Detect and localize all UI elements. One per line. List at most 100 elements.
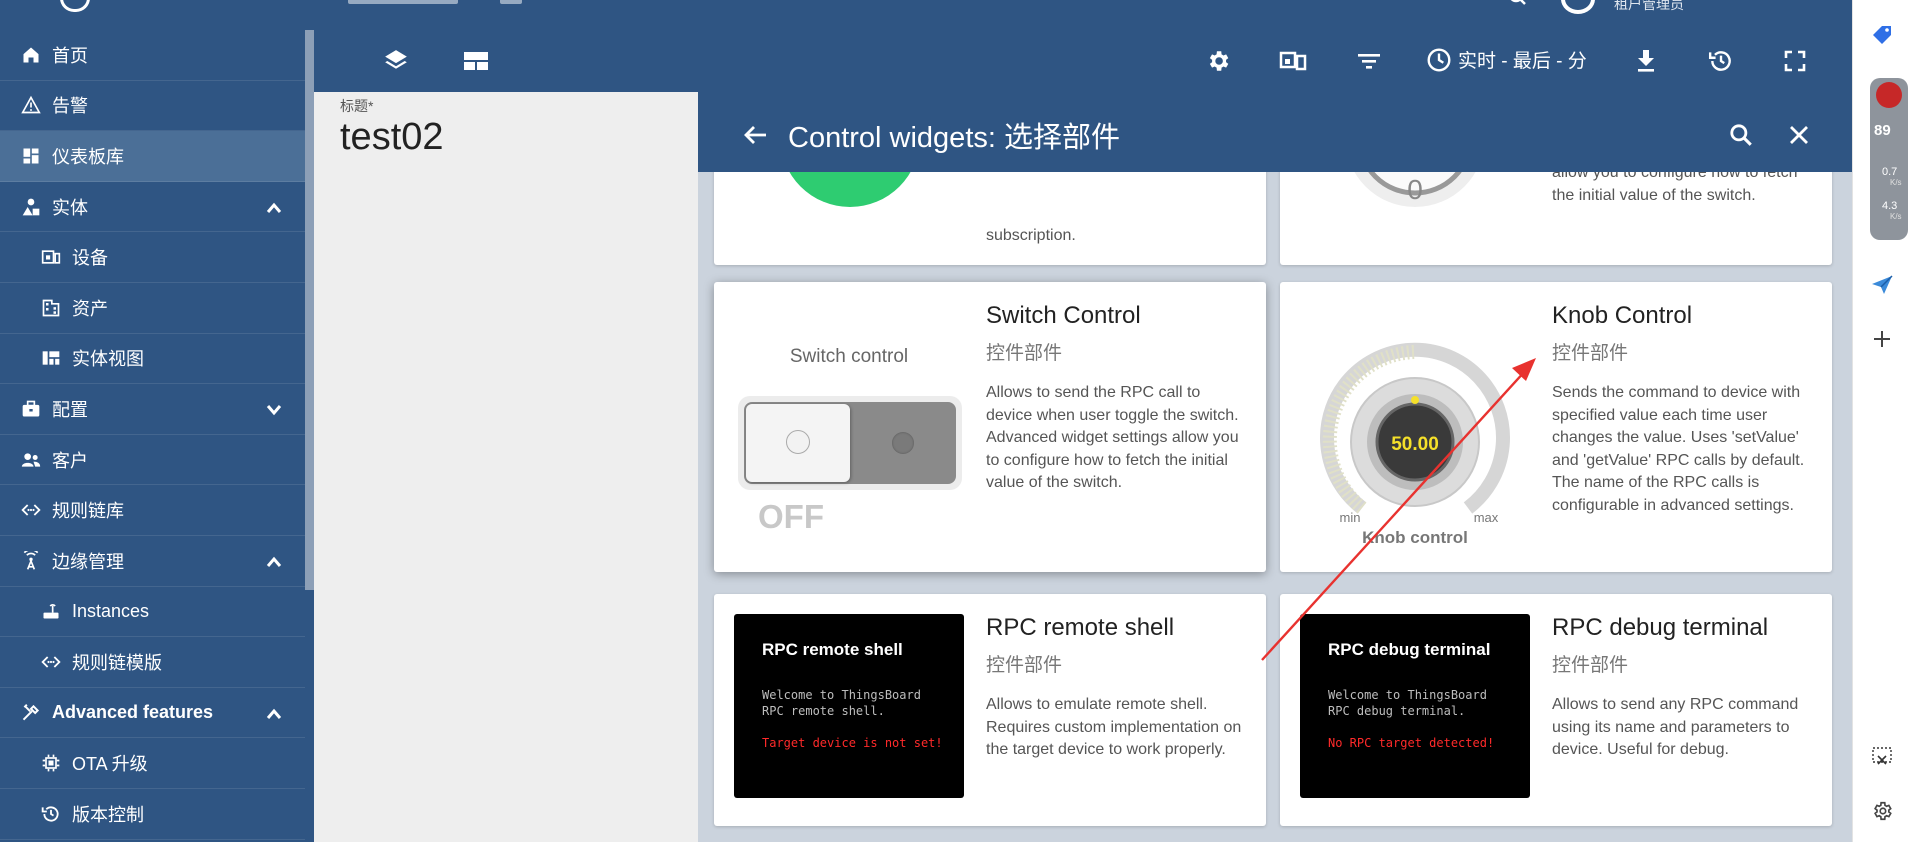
- sidebar-item-label: 实体视图: [72, 349, 144, 370]
- sidebar-item[interactable]: 告警: [0, 81, 305, 132]
- sidebar-item[interactable]: 规则链模版: [0, 637, 305, 688]
- widget-name: RPC debug terminal: [1552, 614, 1769, 641]
- widget-type: 控件部件: [986, 655, 1063, 676]
- terminal-error: Target device is not set!: [762, 736, 943, 750]
- browser-settings-button[interactable]: [1865, 794, 1899, 828]
- switch-control-preview: Switch control OFF: [734, 302, 964, 552]
- view-quilt-icon: [40, 347, 62, 369]
- construction-icon: [20, 702, 42, 724]
- sidebar-item[interactable]: 首页: [0, 30, 305, 81]
- sidebar-item-label: 配置: [52, 399, 88, 420]
- round-switch-value: 0: [1407, 174, 1423, 205]
- chevron-down-icon[interactable]: [263, 399, 285, 421]
- switch-knob-dot-off: [892, 432, 914, 454]
- knob-max-label: max: [1474, 510, 1499, 525]
- sidebar-item[interactable]: 资产: [0, 283, 305, 334]
- sidebar-scrollbar[interactable]: [305, 30, 314, 590]
- rpc-remote-shell-preview: RPC remote shell Welcome to ThingsBoard …: [734, 614, 964, 798]
- net-down-value: 4.3: [1882, 200, 1898, 212]
- knob-min-label: min: [1340, 510, 1361, 525]
- layers-button[interactable]: [379, 44, 413, 78]
- net-up-unit: K/s: [1890, 178, 1902, 187]
- sidebar-item-label: 规则链模版: [72, 652, 162, 673]
- fullscreen-button[interactable]: [1778, 44, 1812, 78]
- title-field[interactable]: test02: [340, 116, 444, 159]
- dialog-search-button[interactable]: [1724, 118, 1758, 152]
- history-icon: [40, 803, 62, 825]
- chevron-up-icon[interactable]: [263, 551, 285, 573]
- app-root: 首页告警仪表板库实体 设备 资产实体视图配置客户 规则链库边缘管理 Instances 规…: [0, 0, 1911, 842]
- sidebar-item[interactable]: 配置: [0, 384, 305, 435]
- add-panel-button[interactable]: [1865, 322, 1899, 356]
- net-up-value: 0.7: [1882, 166, 1898, 178]
- sidebar-item-label: 仪表板库: [52, 146, 124, 167]
- terminal-error: No RPC target detected!: [1328, 736, 1495, 750]
- widget-select-dialog: Control widgets: 选择部件 subscription. 0 al…: [698, 92, 1852, 842]
- dashboard-canvas: 标题* test02: [314, 92, 698, 842]
- widget-card-knob-control[interactable]: 50.00 min max Knob control Knob Control …: [1280, 282, 1832, 572]
- system-monitor-widget[interactable]: 89 0.7 K/s 4.3 K/s: [1870, 78, 1908, 240]
- download-button[interactable]: [1629, 44, 1663, 78]
- breadcrumb[interactable]: [348, 0, 458, 4]
- sidebar-item-label: Instances: [72, 600, 150, 621]
- terminal-line: RPC remote shell.: [762, 704, 885, 718]
- chevron-up-icon[interactable]: [263, 703, 285, 725]
- layout-button[interactable]: [459, 44, 493, 78]
- tag-icon: [1873, 26, 1891, 44]
- devices-button[interactable]: [1276, 44, 1310, 78]
- title-field-label: 标题*: [340, 98, 374, 114]
- sidebar-nav: 首页告警仪表板库实体 设备 资产实体视图配置客户 规则链库边缘管理 Instances 规…: [0, 30, 305, 840]
- widget-description: Allows to emulate remote shell. Requires…: [986, 696, 1242, 758]
- knob-control-preview: 50.00 min max Knob control: [1300, 302, 1530, 552]
- layers-icon: [385, 50, 407, 69]
- sidebar-item-label: 首页: [52, 45, 88, 66]
- sidebar-item[interactable]: Advanced features: [0, 688, 305, 739]
- terminal-line: RPC debug terminal.: [1328, 704, 1466, 718]
- shapes-icon: [20, 196, 42, 218]
- sidebar-item[interactable]: 边缘管理: [0, 536, 305, 587]
- knob-value: 50.00: [1391, 434, 1439, 455]
- fullscreen-icon: [1784, 50, 1806, 72]
- widget-description: Allows to send the RPC call to device wh…: [986, 384, 1239, 491]
- filter-button[interactable]: [1352, 44, 1386, 78]
- sidebar-item[interactable]: 设备: [0, 232, 305, 283]
- sidebar-item[interactable]: 版本控制: [0, 789, 305, 840]
- widget-name: RPC remote shell: [986, 614, 1175, 641]
- switch-state-label: OFF: [758, 498, 824, 535]
- cpu-value: 89: [1874, 122, 1891, 139]
- widget-card-rpc-debug-terminal[interactable]: RPC debug terminal Welcome to ThingsBoar…: [1280, 594, 1832, 826]
- tag-extension-button[interactable]: [1865, 18, 1899, 52]
- net-down-unit: K/s: [1890, 212, 1902, 221]
- screenshot-button[interactable]: [1865, 740, 1899, 774]
- dialog-close-button[interactable]: [1782, 118, 1816, 152]
- sidebar-item[interactable]: 实体视图: [0, 334, 305, 385]
- sidebar-item[interactable]: Instances: [0, 587, 305, 638]
- back-button[interactable]: [740, 120, 770, 150]
- clock-icon: [1427, 48, 1451, 71]
- sidebar-item[interactable]: 规则链库: [0, 485, 305, 536]
- router-small-icon: [40, 600, 62, 622]
- breadcrumb-separator: [500, 0, 522, 4]
- timewindow-label: 实时 - 最后 - 分: [1458, 51, 1587, 72]
- sidebar-item[interactable]: OTA 升级: [0, 738, 305, 789]
- sidebar-item-label: Advanced features: [52, 702, 214, 723]
- timewindow-button[interactable]: 实时 - 最后 - 分: [1426, 46, 1587, 73]
- widget-card-rpc-remote-shell[interactable]: RPC remote shell Welcome to ThingsBoard …: [714, 594, 1266, 826]
- sidebar-item[interactable]: 客户: [0, 435, 305, 486]
- sidebar-item[interactable]: 仪表板库: [0, 131, 305, 182]
- router-icon: [20, 550, 42, 572]
- chevron-up-icon[interactable]: [263, 197, 285, 219]
- logo[interactable]: [0, 0, 314, 28]
- sidebar-item[interactable]: 实体: [0, 182, 305, 233]
- search-icon[interactable]: [1508, 0, 1530, 6]
- widget-card-switch-control[interactable]: Switch control OFF Switch Control 控件部件 A…: [714, 282, 1266, 572]
- widget-type: 控件部件: [1552, 655, 1629, 676]
- plus-icon: [1874, 331, 1890, 347]
- search-icon: [1730, 124, 1752, 146]
- widget-description: subscription.: [986, 227, 1076, 244]
- avatar[interactable]: [1561, 0, 1595, 14]
- send-extension-button[interactable]: [1865, 268, 1899, 302]
- history-button[interactable]: [1704, 44, 1738, 78]
- sidebar-item-label: 边缘管理: [52, 551, 124, 572]
- settings-button[interactable]: [1201, 44, 1235, 78]
